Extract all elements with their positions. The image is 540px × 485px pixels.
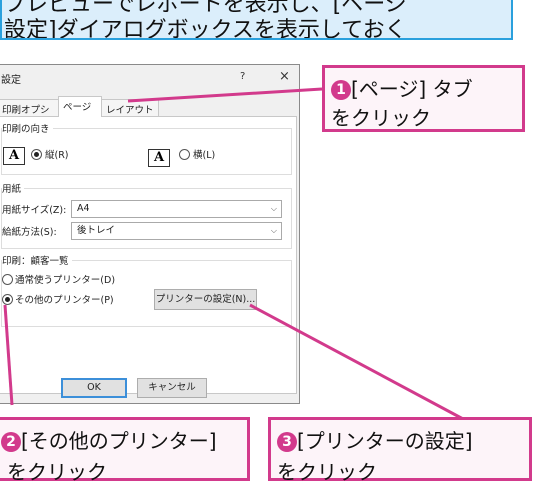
callout-printer-setup: 3 [プリンターの設定] をクリック — [268, 417, 532, 484]
callout-1-line1: 1 [ページ] タブ — [331, 73, 473, 102]
callout-3-line1: 3 [プリンターの設定] — [277, 425, 473, 454]
leader-line-1 — [127, 87, 323, 103]
callout-2-number: 2 — [1, 432, 21, 452]
callout-1-line2: をクリック — [331, 106, 431, 130]
callout-page-tab: 1 [ページ] タブ をクリック — [322, 65, 525, 132]
tab-page[interactable]: ページ — [58, 96, 102, 117]
callout-2-line2: をクリック — [7, 460, 107, 484]
leader-line-3 — [249, 303, 466, 422]
callout-2-line1: 2 [その他のプリンター] — [1, 425, 217, 454]
callout-other-printer: 2 [その他のプリンター] をクリック — [0, 417, 250, 484]
callout-1-number: 1 — [331, 80, 351, 100]
leader-line-2 — [3, 304, 14, 406]
callout-3-line2: をクリック — [277, 460, 377, 484]
callout-3-number: 3 — [277, 432, 297, 452]
